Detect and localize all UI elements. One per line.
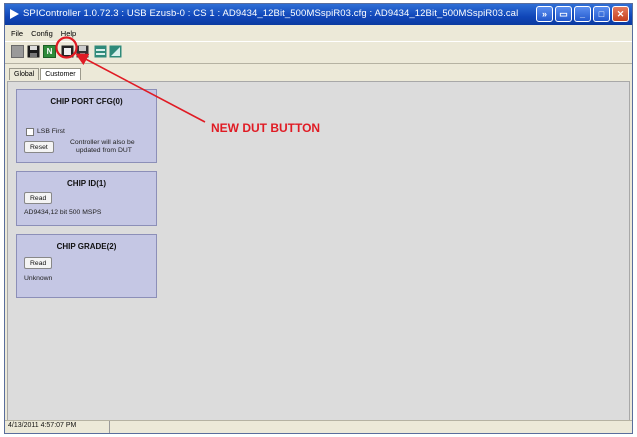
blank-icon[interactable] bbox=[11, 45, 24, 58]
reset-button[interactable]: Reset bbox=[24, 141, 54, 153]
floppy-icon[interactable] bbox=[76, 45, 89, 58]
expand-icon[interactable]: » bbox=[536, 6, 553, 22]
annotation-label: NEW DUT BUTTON bbox=[211, 121, 321, 135]
title-bar[interactable]: SPIController 1.0.72.3 : USB Ezusb-0 : C… bbox=[5, 4, 632, 25]
chip-icon[interactable] bbox=[94, 45, 107, 58]
chip-grade-panel: CHIP GRADE(2) Read Unknown bbox=[16, 234, 157, 298]
menu-bar: File Config Help bbox=[5, 26, 632, 40]
restore-window-icon[interactable]: ▭ bbox=[555, 6, 572, 22]
status-bar: 4/13/2011 4:57:07 PM bbox=[5, 420, 632, 433]
status-divider bbox=[109, 421, 110, 433]
window-title: SPIController 1.0.72.3 : USB Ezusb-0 : C… bbox=[23, 8, 519, 19]
panel-title: CHIP ID(1) bbox=[67, 179, 106, 188]
lsb-first-checkbox[interactable] bbox=[26, 128, 34, 136]
read-chip-grade-button[interactable]: Read bbox=[24, 257, 53, 269]
controller-note-line1: Controller will also be bbox=[70, 139, 135, 146]
chip-port-cfg-panel: CHIP PORT CFG(0) LSB First Reset Control… bbox=[16, 89, 157, 163]
new-dut-icon[interactable]: N bbox=[43, 45, 56, 58]
maximize-button[interactable]: □ bbox=[593, 6, 610, 22]
lsb-first-label: LSB First bbox=[37, 128, 65, 135]
device-icon[interactable] bbox=[61, 45, 74, 58]
close-button[interactable]: ✕ bbox=[612, 6, 629, 22]
controller-note-line2: updated from DUT bbox=[76, 147, 132, 154]
app-window: SPIController 1.0.72.3 : USB Ezusb-0 : C… bbox=[4, 3, 633, 434]
tab-global[interactable]: Global bbox=[9, 68, 40, 80]
chip-id-value: AD9434,12 bit 500 MSPS bbox=[24, 209, 102, 216]
window-controls: » ▭ _ □ ✕ bbox=[536, 6, 629, 22]
menu-help[interactable]: Help bbox=[61, 29, 76, 38]
minimize-button[interactable]: _ bbox=[574, 6, 591, 22]
read-chip-id-button[interactable]: Read bbox=[24, 192, 53, 204]
menu-config[interactable]: Config bbox=[31, 29, 53, 38]
panel-title: CHIP GRADE(2) bbox=[56, 242, 117, 251]
grid-icon[interactable] bbox=[109, 45, 122, 58]
panel-title: CHIP PORT CFG(0) bbox=[50, 97, 123, 106]
chip-id-panel: CHIP ID(1) Read AD9434,12 bit 500 MSPS bbox=[16, 171, 157, 226]
toolbar: N bbox=[5, 41, 632, 64]
app-icon bbox=[10, 9, 19, 19]
tab-strip: Global Customer bbox=[9, 68, 82, 80]
tab-customer[interactable]: Customer bbox=[40, 68, 81, 80]
status-timestamp: 4/13/2011 4:57:07 PM bbox=[8, 422, 77, 429]
save-icon[interactable] bbox=[27, 45, 40, 58]
menu-file[interactable]: File bbox=[11, 29, 23, 38]
chip-grade-value: Unknown bbox=[24, 275, 53, 282]
